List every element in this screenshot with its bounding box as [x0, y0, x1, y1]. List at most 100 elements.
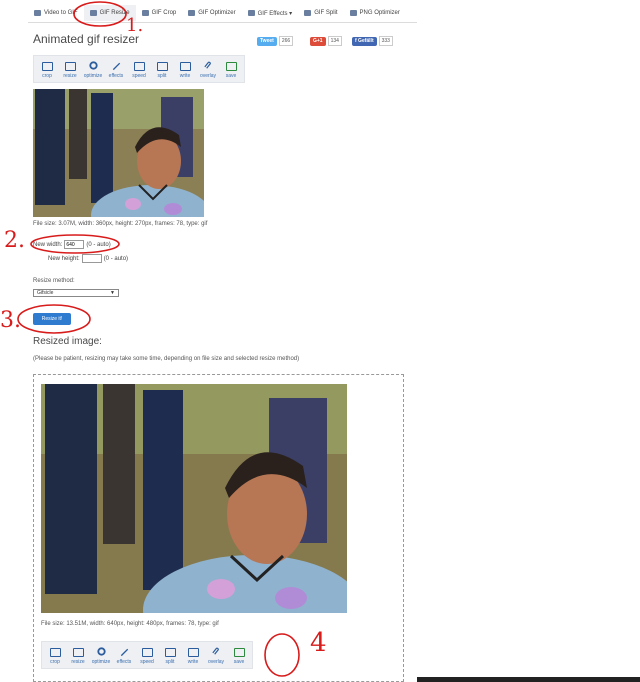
tool-label: resize	[71, 659, 85, 665]
tool-label: resize	[63, 73, 77, 79]
tool-label: write	[179, 73, 191, 79]
tab-label: GIF Split	[314, 10, 338, 16]
tweet-button[interactable]: Tweet	[257, 36, 277, 46]
write-icon	[187, 648, 199, 657]
tab-label: PNG Optimizer	[359, 10, 400, 16]
tool-label: speed	[132, 73, 146, 79]
tool-write[interactable]: write	[175, 59, 195, 79]
gear-icon	[96, 647, 106, 656]
resize-icon	[72, 648, 84, 657]
patience-note: (Please be patient, resizing may take so…	[33, 356, 300, 362]
save-icon	[233, 648, 245, 657]
tool-label: crop	[42, 73, 52, 79]
tool-resize[interactable]: resize	[68, 645, 88, 665]
tool-label: optimize	[91, 659, 111, 665]
speed-icon	[141, 648, 153, 657]
tool-toolbar-top: crop resize optimize effects speed split…	[33, 55, 245, 83]
tool-write[interactable]: write	[183, 645, 203, 665]
tool-save[interactable]: save	[229, 645, 249, 665]
tab-label: Video to GIF	[44, 10, 78, 16]
annotation-number-4: 4	[310, 628, 327, 658]
tool-label: split	[165, 659, 175, 665]
top-navigation: Video to GIF GIF Resize GIF Crop GIF Opt…	[28, 4, 417, 23]
tool-speed[interactable]: speed	[129, 59, 149, 79]
split-icon	[304, 10, 312, 16]
tool-label: save	[233, 659, 245, 665]
tool-label: crop	[50, 659, 60, 665]
save-icon	[225, 62, 237, 71]
split-icon	[164, 648, 176, 657]
tab-gif-effects[interactable]: GIF Effects ▾	[242, 5, 299, 21]
tab-label: GIF Crop	[151, 10, 177, 16]
tool-label: split	[157, 73, 167, 79]
tool-overlay[interactable]: overlay	[206, 645, 226, 665]
pencil-icon	[112, 62, 120, 71]
resize-method-label: Resize method:	[33, 278, 75, 284]
tool-effects[interactable]: effects	[114, 645, 134, 665]
tool-label: overlay	[199, 73, 217, 79]
tab-video-to-gif[interactable]: Video to GIF	[28, 5, 84, 21]
paperclip-icon	[211, 647, 219, 655]
tool-save[interactable]: save	[221, 59, 241, 79]
resize-icon	[64, 62, 76, 71]
gplus-button[interactable]: G+1	[310, 36, 326, 46]
tool-crop[interactable]: crop	[45, 645, 65, 665]
annotation-number-3: 3.	[0, 308, 21, 333]
tool-label: speed	[140, 659, 154, 665]
tool-optimize[interactable]: optimize	[83, 59, 103, 79]
source-photo	[33, 89, 204, 217]
resized-photo	[41, 384, 347, 613]
annotation-number-1: 1.	[126, 15, 144, 36]
source-gif-preview	[33, 89, 204, 217]
tab-gif-optimizer[interactable]: GIF Optimizer	[182, 5, 241, 21]
source-file-info: File size: 3.07M, width: 360px, height: …	[33, 221, 208, 227]
tweet-count: 266	[278, 36, 294, 46]
resize-submit-button[interactable]: Resize it!	[33, 313, 71, 325]
paperclip-icon	[203, 61, 211, 69]
tool-label: save	[225, 73, 237, 79]
result-heading: Resized image:	[33, 336, 102, 347]
write-icon	[179, 62, 191, 71]
split-icon	[156, 62, 168, 71]
height-hint: (0 - auto)	[103, 255, 129, 262]
tool-label: overlay	[207, 659, 225, 665]
crop-icon	[41, 62, 53, 71]
tool-label: effects	[108, 73, 124, 79]
width-input[interactable]	[64, 240, 85, 249]
resize-icon	[89, 10, 97, 16]
tool-split[interactable]: split	[160, 645, 180, 665]
result-file-info: File size: 13.51M, width: 640px, height:…	[41, 621, 219, 627]
tool-effects[interactable]: effects	[106, 59, 126, 79]
tool-toolbar-bottom: crop resize optimize effects speed split…	[41, 641, 253, 669]
effects-icon	[247, 10, 255, 16]
facebook-share[interactable]: f Gefällt 333	[352, 36, 393, 46]
gear-icon	[88, 61, 98, 70]
tool-split[interactable]: split	[152, 59, 172, 79]
page-title: Animated gif resizer	[33, 32, 140, 46]
width-row: New width: (0 - auto)	[33, 240, 111, 249]
tab-label: GIF Effects ▾	[257, 10, 293, 17]
gplus-share[interactable]: G+1 134	[310, 36, 342, 46]
video-icon	[34, 10, 41, 16]
tab-label: GIF Optimizer	[198, 10, 236, 16]
resize-method-select[interactable]: Gifsicle ▼	[33, 289, 119, 297]
tool-label: effects	[116, 659, 132, 665]
select-value: Gifsicle	[37, 290, 54, 296]
tab-png-optimizer[interactable]: PNG Optimizer	[344, 5, 406, 21]
tool-crop[interactable]: crop	[37, 59, 57, 79]
width-hint: (0 - auto)	[86, 241, 111, 248]
height-input[interactable]	[81, 254, 102, 263]
taskbar-strip	[417, 677, 640, 682]
tab-gif-split[interactable]: GIF Split	[298, 5, 343, 21]
tool-optimize[interactable]: optimize	[91, 645, 111, 665]
tweet-share[interactable]: Tweet 266	[257, 36, 294, 46]
tool-label: write	[187, 659, 199, 665]
tool-overlay[interactable]: overlay	[198, 59, 218, 79]
tool-speed[interactable]: speed	[137, 645, 157, 665]
tool-resize[interactable]: resize	[60, 59, 80, 79]
height-label: New height:	[48, 255, 80, 262]
png-icon	[349, 10, 357, 16]
annotation-number-2: 2.	[4, 228, 25, 253]
facebook-like-button[interactable]: f Gefällt	[352, 36, 377, 46]
optimizer-icon	[188, 10, 196, 16]
